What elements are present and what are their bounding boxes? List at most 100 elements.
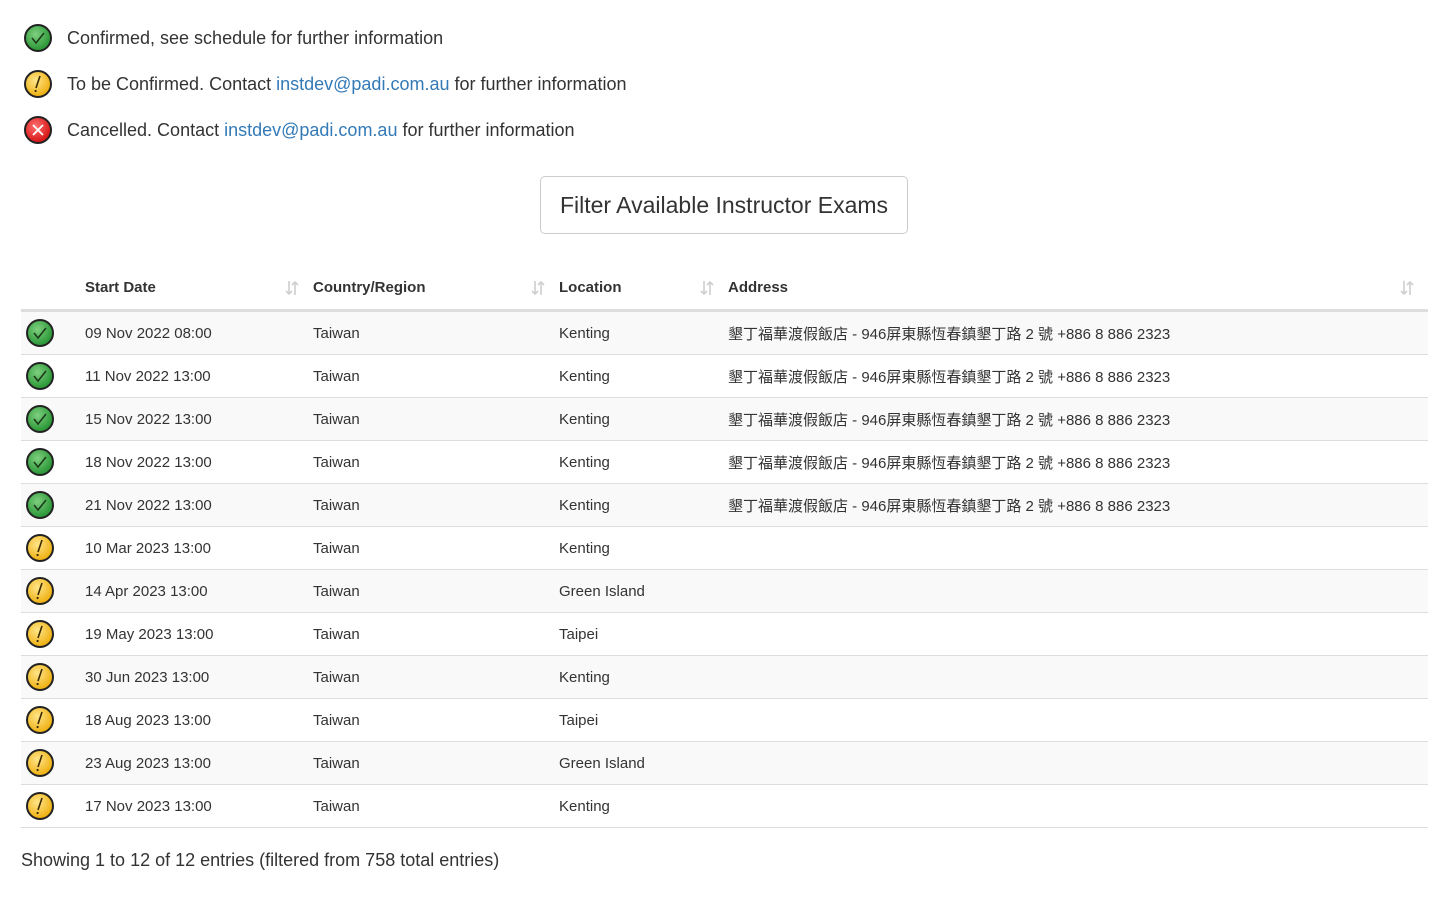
legend-cancelled-suffix: for further information [397, 119, 575, 140]
check-circle-icon [26, 362, 54, 390]
check-circle-icon [26, 405, 54, 433]
country-cell: Taiwan [313, 440, 559, 484]
start-date-cell: 19 May 2023 13:00 [85, 612, 313, 656]
legend-cancelled-prefix: Cancelled. Contact [67, 119, 225, 140]
header-location-label: Location [559, 279, 622, 296]
address-cell: 墾丁福華渡假飯店 - 946屏東縣恆春鎮墾丁路 2 號 +886 8 886 2… [728, 354, 1428, 398]
start-date-cell: 14 Apr 2023 13:00 [85, 569, 313, 613]
start-date-cell: 23 Aug 2023 13:00 [85, 741, 313, 785]
start-date-cell: 10 Mar 2023 13:00 [85, 526, 313, 570]
table-row: 19 May 2023 13:00 Taiwan Taipei [21, 612, 1428, 656]
country-cell: Taiwan [313, 612, 559, 656]
address-cell: 墾丁福華渡假飯店 - 946屏東縣恆春鎮墾丁路 2 號 +886 8 886 2… [728, 483, 1428, 527]
country-cell: Taiwan [313, 741, 559, 785]
legend-confirmed-text: Confirmed, see schedule for further info… [67, 27, 444, 48]
location-cell: Kenting [559, 310, 728, 355]
location-cell: Taipei [559, 612, 728, 656]
filter-exams-button[interactable]: Filter Available Instructor Exams [540, 176, 908, 234]
location-cell: Kenting [559, 483, 728, 527]
table-row: 21 Nov 2022 13:00 Taiwan Kenting 墾丁福華渡假飯店 -… [21, 483, 1428, 527]
sort-icon[interactable] [700, 279, 714, 297]
status-legend: Confirmed, see schedule for further info… [24, 22, 627, 160]
table-header-row: Start Date Country/Region Location Addre… [21, 266, 1428, 312]
status-cell [21, 354, 85, 398]
header-country[interactable]: Country/Region [313, 266, 559, 312]
exclamation-circle-icon [26, 792, 54, 820]
start-date-cell: 09 Nov 2022 08:00 [85, 310, 313, 355]
table-row: 15 Nov 2022 13:00 Taiwan Kenting 墾丁福華渡假飯店 -… [21, 397, 1428, 441]
status-cell [21, 440, 85, 484]
exclamation-circle-icon [26, 749, 54, 777]
status-cell [21, 526, 85, 570]
check-circle-icon [26, 491, 54, 519]
table-row: 17 Nov 2023 13:00 Taiwan Kenting [21, 784, 1428, 828]
sort-icon[interactable] [1400, 279, 1414, 297]
legend-cancelled: Cancelled. Contact instdev@padi.com.au f… [24, 114, 627, 146]
status-cell [21, 397, 85, 441]
check-circle-icon [26, 319, 54, 347]
table-info: Showing 1 to 12 of 12 entries (filtered … [21, 850, 500, 870]
table-row: 30 Jun 2023 13:00 Taiwan Kenting [21, 655, 1428, 699]
location-cell: Kenting [559, 354, 728, 398]
tbc-email-link[interactable]: instdev@padi.com.au [276, 74, 449, 94]
status-cell [21, 612, 85, 656]
sort-icon[interactable] [531, 279, 545, 297]
legend-tbc-suffix: for further information [449, 73, 627, 94]
header-status [21, 266, 85, 312]
location-cell: Green Island [559, 741, 728, 785]
exams-table: Start Date Country/Region Location Addre… [21, 266, 1428, 828]
legend-tbc-prefix: To be Confirmed. Contact [67, 73, 277, 94]
start-date-cell: 18 Aug 2023 13:00 [85, 698, 313, 742]
location-cell: Kenting [559, 655, 728, 699]
exclamation-circle-icon [26, 663, 54, 691]
address-cell: 墾丁福華渡假飯店 - 946屏東縣恆春鎮墾丁路 2 號 +886 8 886 2… [728, 310, 1428, 355]
status-cell [21, 698, 85, 742]
location-cell: Kenting [559, 397, 728, 441]
country-cell: Taiwan [313, 354, 559, 398]
start-date-cell: 18 Nov 2022 13:00 [85, 440, 313, 484]
header-address-label: Address [728, 279, 789, 296]
address-cell [728, 526, 1428, 570]
table-row: 10 Mar 2023 13:00 Taiwan Kenting [21, 526, 1428, 570]
start-date-cell: 17 Nov 2023 13:00 [85, 784, 313, 828]
check-circle-icon [24, 24, 52, 52]
header-address[interactable]: Address [728, 266, 1428, 312]
table-row: 14 Apr 2023 13:00 Taiwan Green Island [21, 569, 1428, 613]
start-date-cell: 15 Nov 2022 13:00 [85, 397, 313, 441]
exclamation-circle-icon [26, 706, 54, 734]
cancelled-email-link[interactable]: instdev@padi.com.au [224, 120, 397, 140]
legend-tbc-text: To be Confirmed. Contact instdev@padi.co… [67, 74, 627, 95]
address-cell: 墾丁福華渡假飯店 - 946屏東縣恆春鎮墾丁路 2 號 +886 8 886 2… [728, 397, 1428, 441]
table-row: 11 Nov 2022 13:00 Taiwan Kenting 墾丁福華渡假飯店 -… [21, 354, 1428, 398]
location-cell: Kenting [559, 526, 728, 570]
table-row: 18 Aug 2023 13:00 Taiwan Taipei [21, 698, 1428, 742]
header-country-label: Country/Region [313, 279, 426, 296]
legend-cancelled-text: Cancelled. Contact instdev@padi.com.au f… [67, 120, 575, 141]
exclamation-circle-icon [24, 70, 52, 98]
country-cell: Taiwan [313, 698, 559, 742]
location-cell: Kenting [559, 440, 728, 484]
status-cell [21, 784, 85, 828]
sort-icon[interactable] [285, 279, 299, 297]
address-cell [728, 569, 1428, 613]
header-start-date[interactable]: Start Date [85, 266, 313, 312]
exclamation-circle-icon [26, 534, 54, 562]
table-row: 23 Aug 2023 13:00 Taiwan Green Island [21, 741, 1428, 785]
country-cell: Taiwan [313, 310, 559, 355]
location-cell: Kenting [559, 784, 728, 828]
address-cell [728, 741, 1428, 785]
start-date-cell: 30 Jun 2023 13:00 [85, 655, 313, 699]
x-circle-icon [24, 116, 52, 144]
table-row: 09 Nov 2022 08:00 Taiwan Kenting 墾丁福華渡假飯店 -… [21, 310, 1428, 355]
status-cell [21, 483, 85, 527]
address-cell [728, 612, 1428, 656]
address-cell [728, 655, 1428, 699]
legend-confirmed: Confirmed, see schedule for further info… [24, 22, 627, 54]
header-location[interactable]: Location [559, 266, 728, 312]
header-start-date-label: Start Date [85, 279, 156, 296]
start-date-cell: 11 Nov 2022 13:00 [85, 354, 313, 398]
address-cell [728, 784, 1428, 828]
country-cell: Taiwan [313, 784, 559, 828]
exclamation-circle-icon [26, 577, 54, 605]
location-cell: Taipei [559, 698, 728, 742]
